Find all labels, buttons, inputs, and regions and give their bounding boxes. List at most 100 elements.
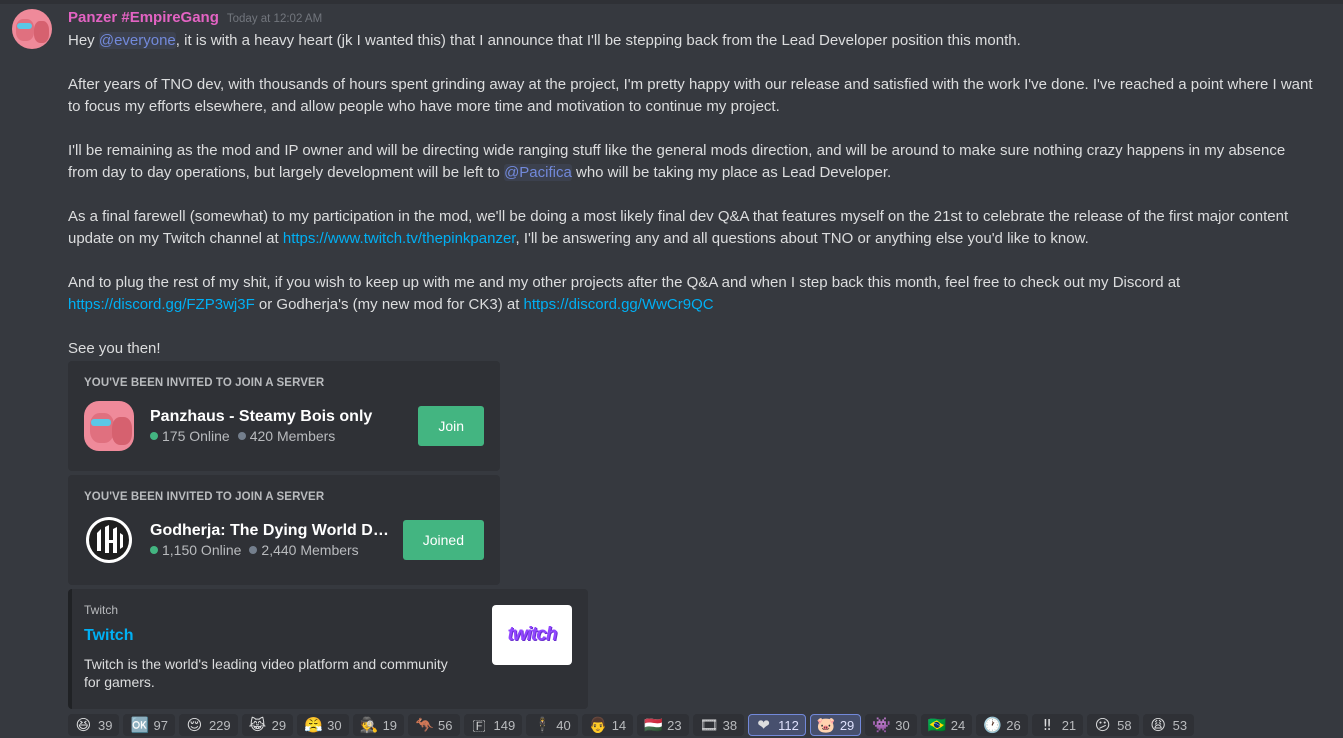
icon-goggles [91, 419, 111, 426]
message-header: Panzer #EmpireGang Today at 12:02 AM [68, 9, 322, 29]
cat-joy-icon: 😹 [248, 715, 267, 734]
reaction-count: 24 [950, 717, 966, 733]
reaction-count: 56 [438, 717, 453, 733]
message-timestamp[interactable]: Today at 12:02 AM [227, 13, 322, 25]
reaction-button[interactable]: 🦘 56 [408, 714, 460, 736]
reaction-count: 30 [895, 717, 910, 733]
reaction-button[interactable]: 🆗 97 [123, 714, 175, 736]
reaction-button[interactable]: 🕴 40 [526, 714, 578, 736]
reaction-button[interactable]: 😹 29 [241, 714, 294, 736]
reaction-button[interactable]: 🇭🇺 23 [637, 714, 689, 736]
twitch-link-embed: Twitch Twitch Twitch is the world's lead… [68, 589, 588, 709]
reaction-count: 29 [271, 717, 287, 733]
reaction-button[interactable]: 😆 39 [68, 714, 120, 736]
server-invite-panzhaus: You've been invited to join a server Pan… [68, 361, 500, 471]
heart-icon: ❤ [757, 715, 770, 734]
user-avatar[interactable] [12, 9, 52, 49]
invite-row: Panzhaus - Steamy Bois only 175 Online 4… [84, 401, 484, 451]
joined-button[interactable]: Joined [402, 520, 484, 560]
text: , it is with a heavy heart (jk I wanted … [175, 32, 1021, 49]
online-count: 175 Online [162, 428, 230, 444]
server-name[interactable]: Panzhaus - Steamy Bois only [150, 408, 406, 426]
member-count: 2,440 Members [261, 542, 359, 558]
discord-link-panzhaus[interactable]: https://discord.gg/FZP3wj3F [68, 296, 255, 313]
reaction-button[interactable]: 😩 53 [1142, 714, 1195, 736]
reaction-count: 30 [327, 717, 342, 733]
laughing-icon: 😆 [75, 715, 92, 734]
paragraph-6: See you then! [68, 340, 161, 357]
triumph-icon: 😤 [304, 715, 323, 734]
relieved-icon: 😌 [186, 715, 203, 734]
mention-everyone[interactable]: @everyone [98, 32, 176, 49]
join-button[interactable]: Join [418, 406, 484, 446]
text: And to plug the rest of my shit, if you … [68, 274, 1181, 291]
mention-pacifica[interactable]: @Pacifica [504, 164, 572, 181]
reaction-count: 29 [839, 717, 855, 733]
members-dot-icon [249, 546, 258, 554]
reaction-button[interactable]: 👾 30 [865, 714, 917, 736]
invite-row: Godherja: The Dying World Developer Serv… [84, 515, 484, 565]
embed-thumbnail[interactable]: twitch [492, 605, 572, 665]
twitch-channel-link[interactable]: https://www.twitch.tv/thepinkpanzer [283, 230, 516, 247]
reaction-button[interactable]: 😤 30 [297, 714, 349, 736]
avatar-goggles [17, 23, 32, 29]
custom-pig-icon: 🐷 [816, 715, 836, 734]
reaction-count: 38 [722, 717, 738, 733]
members-dot-icon [237, 432, 246, 440]
reaction-button[interactable]: 🇧🇷 24 [920, 714, 973, 736]
server-name[interactable]: Godherja: The Dying World Developer Serv… [150, 522, 391, 540]
server-stats: 1,150 Online 2,440 Members [150, 542, 391, 558]
icon-face-left [90, 413, 114, 443]
custom-emoji-2-icon: 🕴 [533, 715, 552, 734]
reaction-count: 23 [667, 717, 682, 733]
custom-emoji-4-icon: 🎞 [699, 715, 719, 734]
letter-f-icon: 🇫 [472, 715, 486, 734]
server-info: Panzhaus - Steamy Bois only 175 Online 4… [150, 408, 406, 444]
server-stats: 175 Online 420 Members [150, 428, 406, 444]
reaction-button[interactable]: 😕 58 [1087, 714, 1139, 736]
reaction-count: 229 [208, 717, 231, 733]
server-icon-godherja[interactable] [84, 515, 134, 565]
server-invite-godherja: You've been invited to join a server God… [68, 475, 500, 585]
channel-top-edge [0, 0, 1343, 4]
paragraph-2: After years of TNO dev, with thousands o… [68, 76, 1313, 115]
message-content: Hey @everyone, it is with a heavy heart … [68, 30, 1318, 360]
discord-link-godherja[interactable]: https://discord.gg/WwCr9QC [524, 296, 714, 313]
custom-emoji-1-icon: 🦘 [415, 715, 434, 734]
reaction-button[interactable]: 🕵 19 [352, 714, 405, 736]
invite-title: You've been invited to join a server [84, 377, 325, 389]
invite-title: You've been invited to join a server [84, 491, 325, 503]
server-icon-panzhaus[interactable] [84, 401, 134, 451]
hungary-flag-icon: 🇭🇺 [644, 715, 663, 734]
weary-icon: 😩 [1150, 715, 1166, 734]
paragraph-4: As a final farewell (somewhat) to my par… [68, 206, 1318, 250]
reaction-button[interactable]: 👨 14 [581, 714, 634, 736]
icon-face-right [112, 417, 132, 445]
reaction-count: 14 [611, 717, 627, 733]
reaction-button[interactable]: 🐷 29 [809, 714, 862, 736]
reaction-count: 149 [493, 717, 516, 733]
reaction-button[interactable]: 😌 229 [178, 714, 238, 736]
reaction-button[interactable]: 🕐 26 [976, 714, 1028, 736]
reaction-button[interactable]: 🇫 149 [463, 714, 523, 736]
confused-icon: 😕 [1094, 715, 1111, 734]
reaction-count: 58 [1117, 717, 1132, 733]
paragraph-3: I'll be remaining as the mod and IP owne… [68, 140, 1318, 184]
reaction-count: 39 [98, 717, 113, 733]
text: Hey [68, 32, 99, 49]
custom-emoji-3-icon: 👨 [588, 715, 608, 734]
reaction-button[interactable]: ❤ 112 [748, 714, 806, 736]
reaction-count: 21 [1061, 717, 1077, 733]
reaction-button[interactable]: 🎞 38 [692, 714, 745, 736]
custom-emoji-6-icon: 🕐 [983, 715, 1002, 734]
paragraph-1: Hey @everyone, it is with a heavy heart … [68, 30, 1318, 52]
reaction-button[interactable]: ‼ 21 [1031, 714, 1084, 736]
username[interactable]: Panzer #EmpireGang [68, 9, 219, 26]
online-dot-icon [150, 546, 158, 554]
reaction-count: 112 [778, 717, 799, 733]
reaction-count: 53 [1172, 717, 1188, 733]
detective-icon: 🕵 [359, 715, 379, 734]
brazil-flag-icon: 🇧🇷 [927, 715, 947, 734]
avatar-face-right [34, 21, 49, 43]
reactions-bar: 😆 39 🆗 97 😌 229 😹 29 😤 30 🕵 19 🦘 56 🇫 149 🕴 40 👨 14 🇭🇺 23 🎞 38 ❤… [68, 714, 1195, 736]
